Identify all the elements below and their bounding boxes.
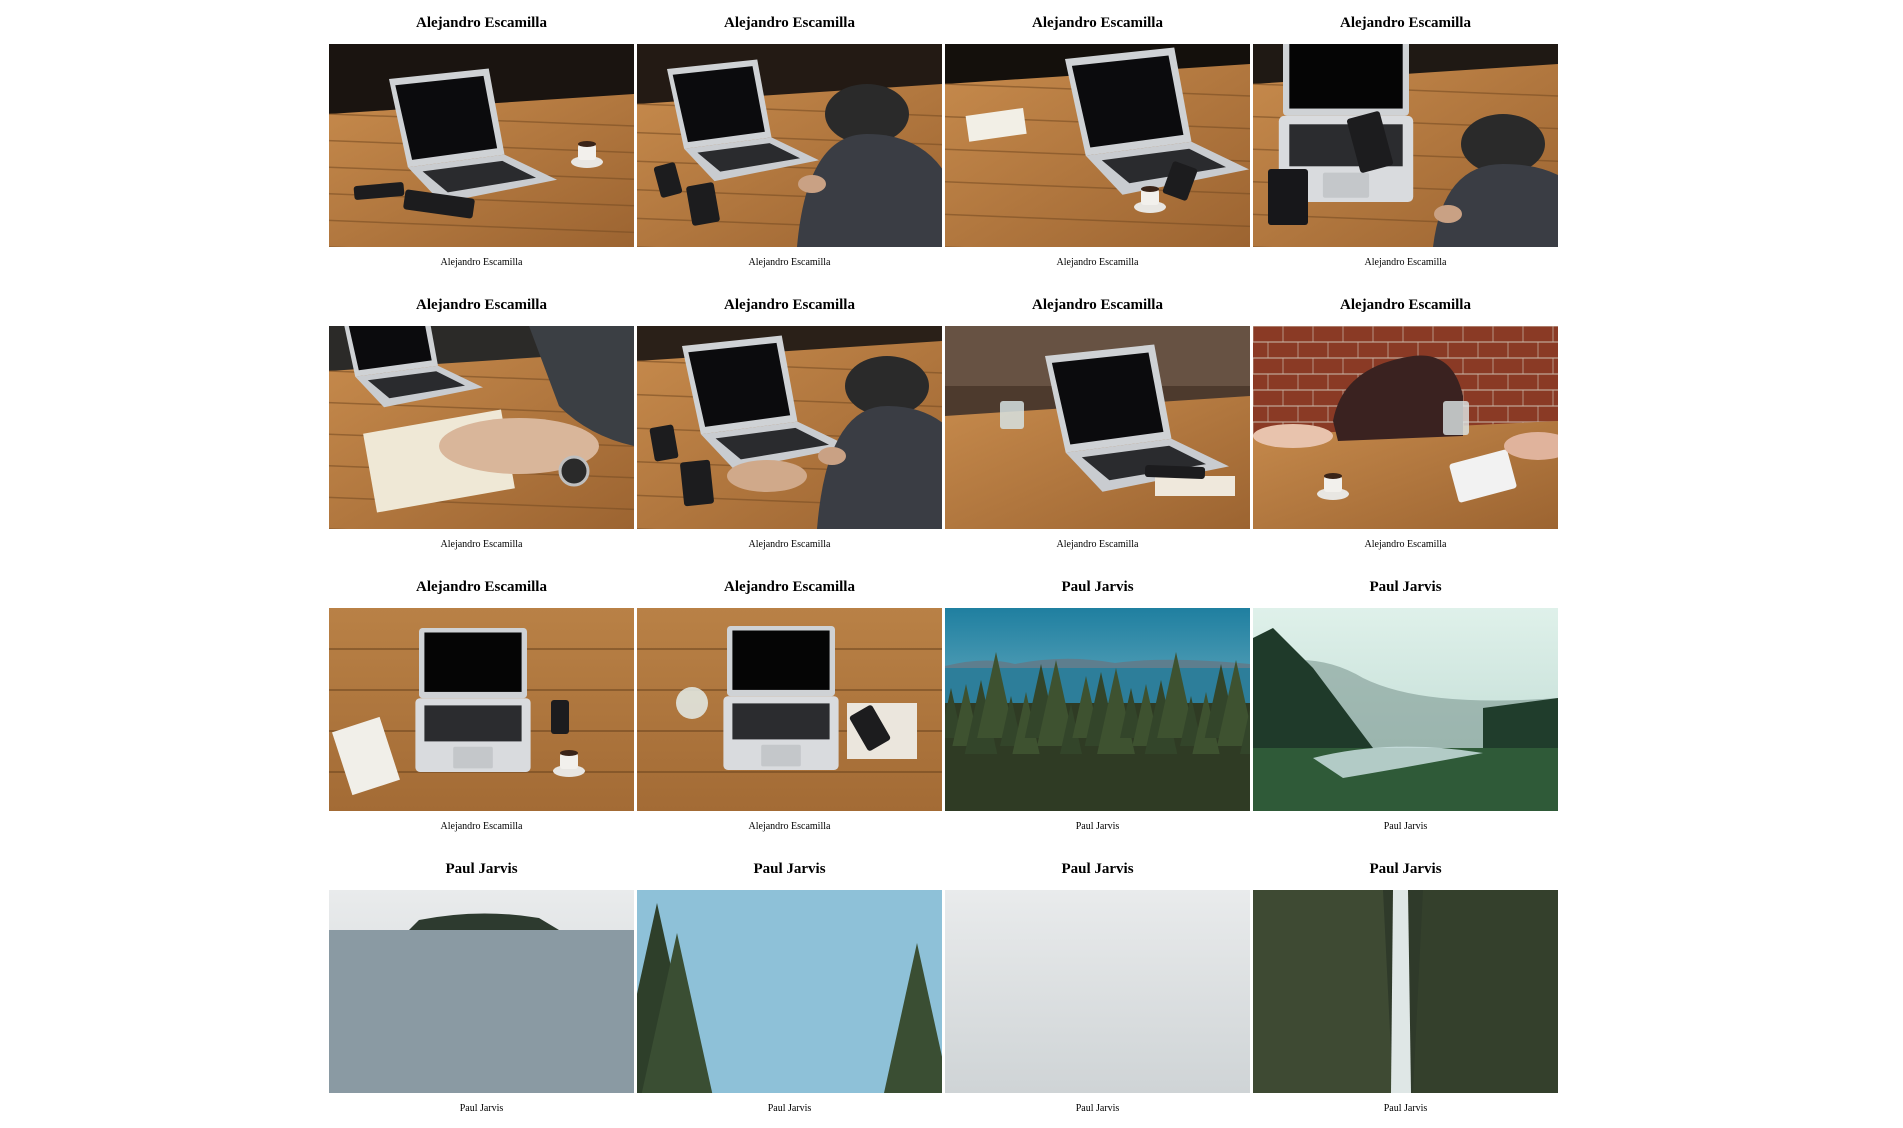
photo-title: Alejandro Escamilla bbox=[416, 297, 547, 313]
photo-caption: Alejandro Escamilla bbox=[1056, 539, 1139, 550]
photo-caption: Alejandro Escamilla bbox=[748, 821, 831, 832]
photo-caption: Alejandro Escamilla bbox=[440, 257, 523, 268]
lake-island-overcast-image bbox=[329, 890, 634, 1093]
laptop-top-notebook-cup-image bbox=[329, 608, 634, 811]
photo-grid: Alejandro Escamilla Alejandro Escamilla A… bbox=[329, 0, 1561, 1128]
photo-card: Paul Jarvis Paul Jarvis bbox=[329, 846, 634, 1128]
waterfall-forest-image bbox=[1253, 890, 1558, 1093]
writing-notebook-watch-image bbox=[329, 326, 634, 529]
photo-title: Alejandro Escamilla bbox=[1032, 15, 1163, 31]
photo-thumbnail[interactable] bbox=[945, 608, 1250, 811]
photo-caption: Alejandro Escamilla bbox=[440, 539, 523, 550]
forest-lake-mountains-image bbox=[945, 608, 1250, 811]
photo-card: Alejandro Escamilla Alejandro Escamilla bbox=[329, 0, 634, 282]
photo-card: Paul Jarvis Paul Jarvis bbox=[945, 564, 1250, 846]
photo-card: Paul Jarvis Paul Jarvis bbox=[945, 846, 1250, 1128]
photo-title: Alejandro Escamilla bbox=[724, 15, 855, 31]
photo-thumbnail[interactable] bbox=[329, 608, 634, 811]
photo-thumbnail[interactable] bbox=[329, 326, 634, 529]
photo-thumbnail[interactable] bbox=[637, 326, 942, 529]
photo-card: Alejandro Escamilla Alejandro Escamilla bbox=[945, 0, 1250, 282]
photo-caption: Alejandro Escamilla bbox=[1364, 257, 1447, 268]
photo-card: Paul Jarvis Paul Jarvis bbox=[1253, 564, 1558, 846]
photo-title: Paul Jarvis bbox=[1369, 861, 1442, 877]
photo-title: Paul Jarvis bbox=[753, 861, 826, 877]
photo-caption: Paul Jarvis bbox=[1383, 821, 1428, 832]
photo-thumbnail[interactable] bbox=[945, 326, 1250, 529]
pine-trees-sky-image bbox=[637, 890, 942, 1093]
photo-title: Paul Jarvis bbox=[1369, 579, 1442, 595]
photo-caption: Paul Jarvis bbox=[1075, 1103, 1120, 1114]
photo-card: Alejandro Escamilla Alejandro Escamilla bbox=[637, 282, 942, 564]
photo-caption: Alejandro Escamilla bbox=[440, 821, 523, 832]
photo-card: Alejandro Escamilla Alejandro Escamilla bbox=[945, 282, 1250, 564]
photo-card: Alejandro Escamilla Alejandro Escamilla bbox=[329, 282, 634, 564]
photo-caption: Alejandro Escamilla bbox=[748, 539, 831, 550]
photo-caption: Paul Jarvis bbox=[767, 1103, 812, 1114]
photo-thumbnail[interactable] bbox=[1253, 608, 1558, 811]
photo-title: Alejandro Escamilla bbox=[1340, 297, 1471, 313]
person-typing-image bbox=[637, 44, 942, 247]
laptop-notebook-cup-image bbox=[945, 44, 1250, 247]
photo-thumbnail[interactable] bbox=[945, 44, 1250, 247]
photo-caption: Paul Jarvis bbox=[459, 1103, 504, 1114]
photo-card: Alejandro Escamilla Alejandro Escamilla bbox=[329, 564, 634, 846]
photo-thumbnail[interactable] bbox=[329, 44, 634, 247]
photo-card: Paul Jarvis Paul Jarvis bbox=[637, 846, 942, 1128]
photo-card: Paul Jarvis Paul Jarvis bbox=[1253, 846, 1558, 1128]
person-typing-front-image bbox=[637, 326, 942, 529]
photo-caption: Alejandro Escamilla bbox=[1056, 257, 1139, 268]
hand-phone-laptop-image bbox=[1253, 44, 1558, 247]
photo-caption: Paul Jarvis bbox=[1075, 821, 1120, 832]
photo-title: Alejandro Escamilla bbox=[1340, 15, 1471, 31]
photo-card: Alejandro Escamilla Alejandro Escamilla bbox=[637, 564, 942, 846]
photo-title: Paul Jarvis bbox=[445, 861, 518, 877]
photo-card: Alejandro Escamilla Alejandro Escamilla bbox=[1253, 282, 1558, 564]
photo-thumbnail[interactable] bbox=[637, 608, 942, 811]
photo-thumbnail[interactable] bbox=[1253, 326, 1558, 529]
photo-thumbnail[interactable] bbox=[637, 44, 942, 247]
table-bag-brick-wall-image bbox=[1253, 326, 1558, 529]
misty-river-valley-image bbox=[1253, 608, 1558, 811]
photo-card: Alejandro Escamilla Alejandro Escamilla bbox=[637, 0, 942, 282]
photo-thumbnail[interactable] bbox=[329, 890, 634, 1093]
photo-thumbnail[interactable] bbox=[1253, 890, 1558, 1093]
photo-thumbnail[interactable] bbox=[1253, 44, 1558, 247]
photo-title: Paul Jarvis bbox=[1061, 861, 1134, 877]
photo-thumbnail[interactable] bbox=[637, 890, 942, 1093]
photo-title: Alejandro Escamilla bbox=[416, 579, 547, 595]
photo-thumbnail[interactable] bbox=[945, 890, 1250, 1093]
pale-sky-image bbox=[945, 890, 1250, 1093]
laptop-glass-outdoor-image bbox=[945, 326, 1250, 529]
photo-title: Alejandro Escamilla bbox=[724, 579, 855, 595]
photo-caption: Paul Jarvis bbox=[1383, 1103, 1428, 1114]
photo-caption: Alejandro Escamilla bbox=[748, 257, 831, 268]
photo-title: Paul Jarvis bbox=[1061, 579, 1134, 595]
photo-card: Alejandro Escamilla Alejandro Escamilla bbox=[1253, 0, 1558, 282]
photo-title: Alejandro Escamilla bbox=[724, 297, 855, 313]
photo-caption: Alejandro Escamilla bbox=[1364, 539, 1447, 550]
photo-title: Alejandro Escamilla bbox=[1032, 297, 1163, 313]
laptop-side-cup-image bbox=[329, 44, 634, 247]
laptop-top-glass-phone-image bbox=[637, 608, 942, 811]
photo-title: Alejandro Escamilla bbox=[416, 15, 547, 31]
